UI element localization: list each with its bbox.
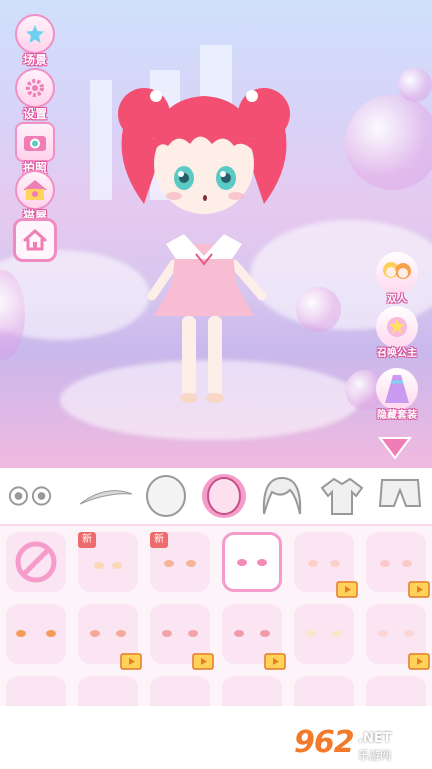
blush-dot xyxy=(188,630,198,637)
blush-item[interactable]: 新 xyxy=(150,532,210,592)
blush-item[interactable] xyxy=(366,604,430,670)
dressup-scene: 场景 设置 拍照 猫屋 双人 召唤公主 隐藏套装 xyxy=(0,0,432,468)
hidden-outfit-icon xyxy=(376,368,418,410)
category-tab-bar xyxy=(0,468,432,526)
shirt-icon xyxy=(320,477,364,515)
tab-eyebrows[interactable] xyxy=(78,474,134,518)
scene-icon xyxy=(15,14,55,54)
blush-item[interactable] xyxy=(6,604,66,664)
blush-dot xyxy=(46,630,56,637)
video-ad-icon xyxy=(120,653,142,670)
blush-dot xyxy=(378,630,388,637)
watermark-logo: 962 xyxy=(294,725,355,760)
tab-top[interactable] xyxy=(318,474,366,518)
home-icon xyxy=(23,228,47,251)
blush-dot xyxy=(164,560,174,567)
video-ad-icon xyxy=(408,581,430,598)
blush-dot xyxy=(330,560,340,567)
cat-house-button[interactable]: 猫屋 xyxy=(12,170,58,224)
summon-princess-label: 召唤公主 xyxy=(377,348,417,359)
blush-dot xyxy=(16,630,26,637)
blush-item[interactable] xyxy=(294,604,354,664)
bubble xyxy=(398,68,432,102)
blush-dot xyxy=(90,630,100,637)
tab-blush[interactable] xyxy=(200,474,248,518)
blush-dot xyxy=(332,630,342,637)
scene-label: 场景 xyxy=(22,53,47,67)
no-item-icon xyxy=(15,541,57,583)
triangle-down-icon xyxy=(378,437,412,460)
face-outline-icon xyxy=(146,475,186,517)
new-badge: 新 xyxy=(150,532,168,548)
blush-dot xyxy=(234,630,244,637)
settings-label: 设置 xyxy=(22,107,47,121)
eyes-icon xyxy=(8,486,52,506)
watermark-net: .NET xyxy=(358,731,392,746)
blush-item[interactable] xyxy=(294,532,358,598)
eyebrow-icon xyxy=(79,490,133,505)
tab-bottom[interactable] xyxy=(376,474,424,518)
bubble xyxy=(345,95,432,190)
item-none[interactable] xyxy=(6,532,66,592)
blush-dot xyxy=(237,559,247,566)
settings-icon xyxy=(15,68,55,108)
blush-dot xyxy=(404,630,414,637)
hidden-outfit-label: 隐藏套装 xyxy=(377,410,417,421)
blush-dot xyxy=(308,560,318,567)
two-characters-button[interactable]: 双人 xyxy=(372,252,422,305)
blush-item[interactable] xyxy=(222,604,286,670)
watermark: 962 .NET 乐游网 xyxy=(294,725,426,765)
summon-princess-button[interactable]: 召唤公主 xyxy=(372,306,422,359)
blush-item[interactable]: 新 xyxy=(78,532,138,592)
watermark-sub: 乐游网 xyxy=(358,749,391,762)
collapse-menu-button[interactable] xyxy=(378,436,412,464)
new-badge: 新 xyxy=(78,532,96,548)
video-ad-icon xyxy=(408,653,430,670)
blush-item[interactable] xyxy=(78,604,142,670)
video-ad-icon xyxy=(192,653,214,670)
tab-hair[interactable] xyxy=(258,474,306,518)
video-ad-icon xyxy=(264,653,286,670)
hidden-outfit-button[interactable]: 隐藏套装 xyxy=(372,368,422,421)
home-button[interactable] xyxy=(13,218,57,262)
blush-dot xyxy=(186,560,196,567)
two-characters-icon xyxy=(376,252,418,294)
blush-dot xyxy=(380,560,390,567)
blush-dot xyxy=(260,630,270,637)
pants-icon xyxy=(378,479,422,507)
blush-dot xyxy=(116,630,126,637)
blush-dot xyxy=(162,630,172,637)
blush-dot xyxy=(306,630,316,637)
blush-dot xyxy=(112,562,122,569)
blush-dot xyxy=(94,562,104,569)
chibi-character[interactable] xyxy=(104,84,304,404)
tab-eyes[interactable] xyxy=(6,474,54,518)
video-ad-icon xyxy=(336,581,358,598)
blush-item-selected[interactable] xyxy=(222,532,282,592)
face-blush-icon xyxy=(207,477,241,515)
blush-item[interactable] xyxy=(366,532,430,598)
hair-icon xyxy=(262,476,302,515)
scene-button[interactable]: 场景 xyxy=(12,14,58,68)
camera-icon xyxy=(15,122,55,162)
summon-princess-icon xyxy=(376,306,418,348)
blush-dot xyxy=(402,560,412,567)
cat-house-icon xyxy=(15,170,55,210)
tab-face[interactable] xyxy=(142,474,190,518)
blush-dot xyxy=(257,559,267,566)
camera-button[interactable]: 拍照 xyxy=(12,122,58,176)
two-characters-label: 双人 xyxy=(387,294,407,305)
settings-button[interactable]: 设置 xyxy=(12,68,58,122)
blush-item[interactable] xyxy=(150,604,214,670)
